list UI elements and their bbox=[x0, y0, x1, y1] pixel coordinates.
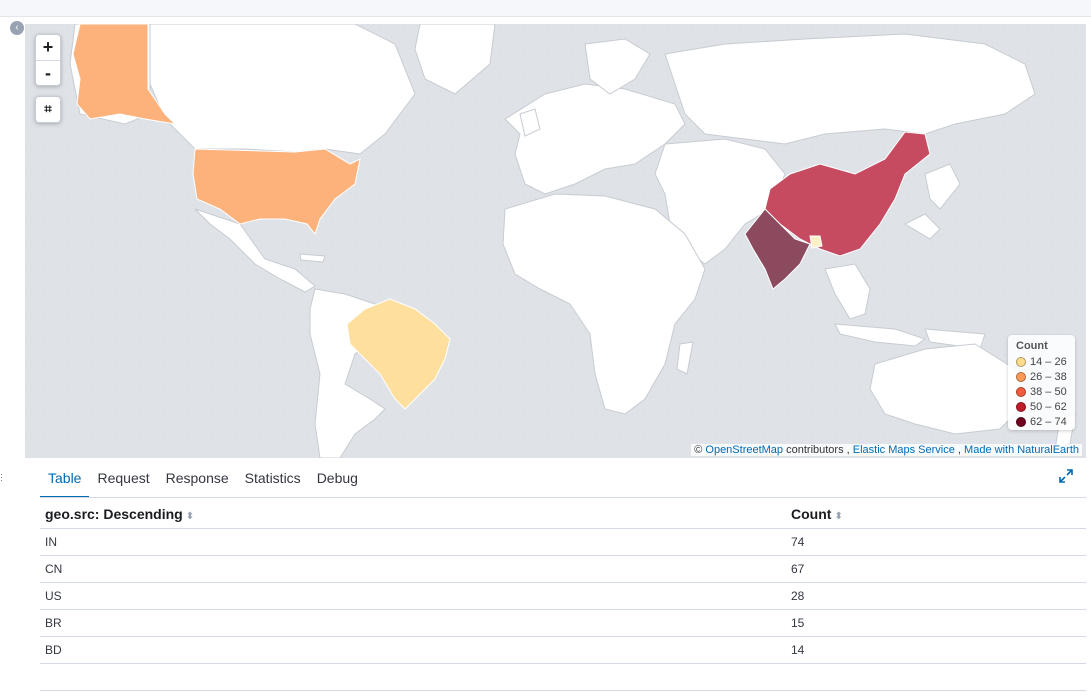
map-legend: Count 14 – 26 26 – 38 38 – 50 50 – 62 62… bbox=[1008, 335, 1075, 430]
tabs-divider bbox=[40, 497, 1086, 498]
drag-handle-icon[interactable]: · · · bbox=[0, 470, 4, 485]
top-bar bbox=[0, 0, 1091, 17]
column-header-geo-src[interactable]: geo.src: Descending ⬍ bbox=[40, 500, 786, 529]
legend-item: 38 – 50 bbox=[1016, 384, 1067, 399]
table-row: CN 67 bbox=[40, 555, 1086, 583]
legend-label: 62 – 74 bbox=[1030, 415, 1067, 428]
column-header-label: Count bbox=[791, 505, 832, 522]
legend-item: 50 – 62 bbox=[1016, 399, 1067, 414]
legend-item: 62 – 74 bbox=[1016, 414, 1067, 429]
copyright-symbol: © bbox=[694, 444, 703, 456]
tab-statistics[interactable]: Statistics bbox=[237, 462, 309, 498]
expand-icon[interactable] bbox=[1058, 468, 1074, 484]
cell-geo-src: IN bbox=[40, 528, 786, 556]
legend-label: 50 – 62 bbox=[1030, 400, 1067, 413]
tab-debug[interactable]: Debug bbox=[309, 462, 366, 498]
sort-icon[interactable]: ⬍ bbox=[186, 511, 194, 522]
cell-geo-src: BD bbox=[40, 636, 786, 664]
table-row: BR 15 bbox=[40, 609, 1086, 637]
crop-icon[interactable]: ⌗ bbox=[36, 97, 60, 122]
cell-count: 15 bbox=[786, 609, 1086, 637]
cell-geo-src: BR bbox=[40, 609, 786, 637]
table-header-row: geo.src: Descending ⬍ Count ⬍ bbox=[40, 500, 1086, 529]
openstreetmap-link[interactable]: OpenStreetMap bbox=[705, 444, 783, 456]
legend-swatch bbox=[1016, 356, 1026, 367]
legend-swatch bbox=[1016, 371, 1026, 382]
tab-response[interactable]: Response bbox=[158, 462, 237, 498]
legend-swatch bbox=[1016, 401, 1026, 412]
crop-control: ⌗ bbox=[35, 96, 61, 123]
region-map[interactable]: + - ⌗ Count 14 – 26 26 – 38 38 – 50 50 –… bbox=[25, 24, 1086, 458]
zoom-out-button[interactable]: - bbox=[36, 60, 60, 85]
tab-table[interactable]: Table bbox=[40, 462, 90, 498]
sort-icon[interactable]: ⬍ bbox=[834, 511, 842, 522]
table-row: US 28 bbox=[40, 582, 1086, 610]
table-row: IN 74 bbox=[40, 528, 1086, 556]
legend-swatch bbox=[1016, 386, 1026, 397]
cell-count: 67 bbox=[786, 555, 1086, 583]
legend-title: Count bbox=[1016, 340, 1048, 352]
cell-count: 28 bbox=[786, 582, 1086, 610]
cell-count: 74 bbox=[786, 528, 1086, 556]
cell-geo-src: CN bbox=[40, 555, 786, 583]
table-row: BD 14 bbox=[40, 636, 1086, 664]
legend-item: 14 – 26 bbox=[1016, 354, 1067, 369]
cell-geo-src: US bbox=[40, 582, 786, 610]
table-footer-divider bbox=[40, 690, 1086, 691]
inspector-tabs: Table Request Response Statistics Debug bbox=[40, 462, 366, 498]
tab-request[interactable]: Request bbox=[89, 462, 157, 498]
cell-count: 14 bbox=[786, 636, 1086, 664]
elastic-maps-service-link[interactable]: Elastic Maps Service bbox=[853, 444, 955, 456]
legend-swatch bbox=[1016, 416, 1026, 427]
zoom-in-button[interactable]: + bbox=[36, 35, 60, 60]
legend-label: 26 – 38 bbox=[1030, 370, 1067, 383]
column-header-label: geo.src: Descending bbox=[45, 505, 183, 522]
column-header-count[interactable]: Count ⬍ bbox=[786, 500, 1086, 529]
world-map-svg bbox=[25, 24, 1086, 458]
naturalearth-link[interactable]: Made with NaturalEarth bbox=[964, 444, 1079, 456]
attribution-separator: , bbox=[957, 444, 961, 456]
region-bd[interactable] bbox=[809, 235, 823, 249]
data-table: geo.src: Descending ⬍ Count ⬍ IN 74 CN 67 … bbox=[40, 500, 1086, 664]
legend-item: 26 – 38 bbox=[1016, 369, 1067, 384]
zoom-control: + - bbox=[35, 34, 61, 86]
chevron-left-icon[interactable]: ‹ bbox=[10, 21, 24, 35]
map-attribution: © OpenStreetMap contributors , Elastic M… bbox=[691, 444, 1082, 456]
attribution-text: contributors , bbox=[786, 444, 850, 456]
legend-label: 14 – 26 bbox=[1030, 355, 1067, 368]
legend-label: 38 – 50 bbox=[1030, 385, 1067, 398]
